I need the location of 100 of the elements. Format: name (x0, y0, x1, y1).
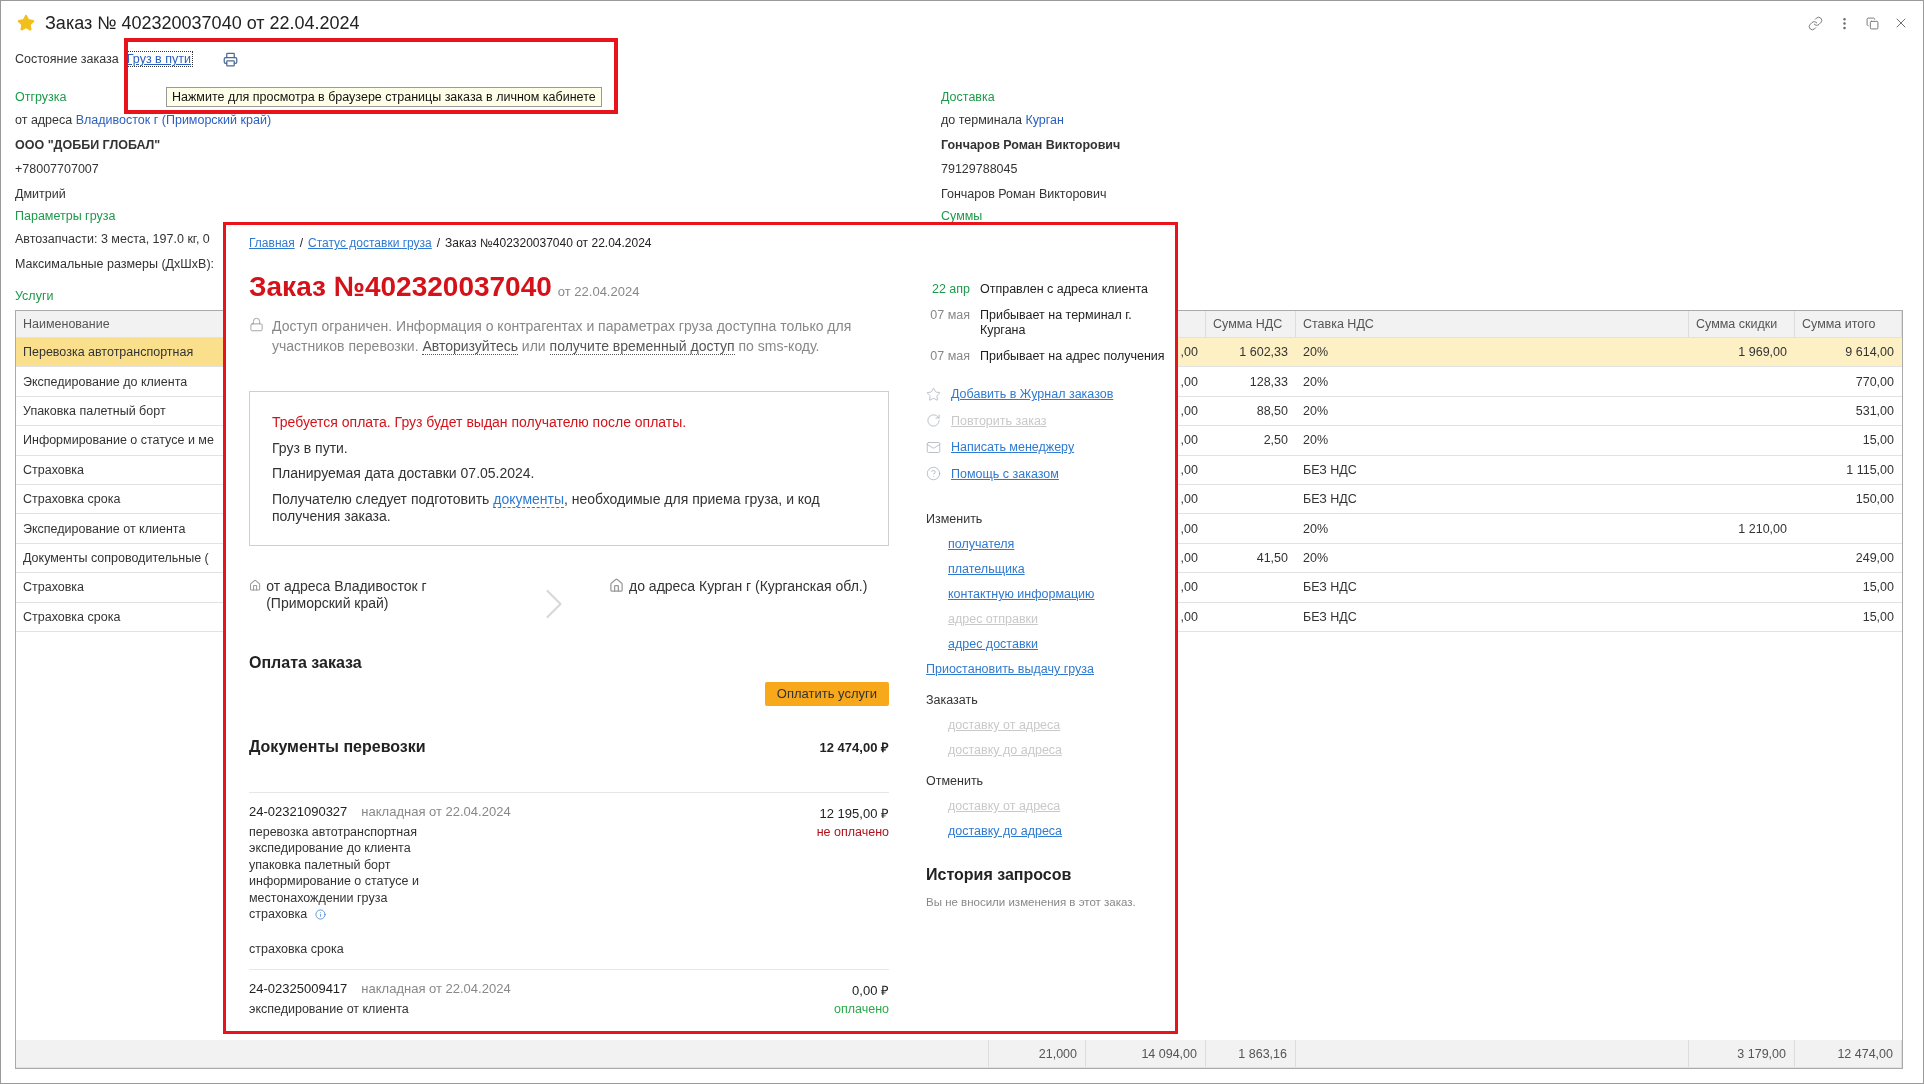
recipient-name: Гончаров Роман Викторович (941, 136, 1121, 154)
total-cell: 3 179,00 (1737, 1046, 1786, 1061)
address-label: до терминала (941, 113, 1022, 127)
group-heading: Изменить (926, 511, 984, 528)
table-cell: 20% (1303, 521, 1329, 536)
contact-name: Гончаров Роман Викторович (941, 185, 1107, 203)
status-text: Груз в пути. (272, 439, 349, 457)
table-cell: 1 969,00 (1738, 345, 1787, 360)
service-name: экспедирование от клиента (249, 1001, 409, 1018)
document-amount: 12 195,00 ₽ (819, 804, 889, 822)
service-name: страховка срока (249, 940, 344, 957)
table-cell: ,00 (1180, 462, 1198, 477)
cargo-text: Автозапчасти: 3 места, 197.0 кг, 0 (15, 231, 210, 248)
section-heading: Параметры груза (15, 208, 116, 225)
status-text: Планируемая дата доставки 07.05.2024. (272, 465, 536, 482)
phone-number: +78007707007 (15, 161, 99, 178)
table-cell: ,00 (1180, 580, 1198, 595)
total-cell: 21,000 (1038, 1046, 1077, 1061)
status-text: Требуется оплата. Груз будет выдан получателю после оплаты. (272, 414, 688, 431)
group-heading: Заказать (926, 692, 979, 709)
table-cell: ,00 (1180, 550, 1198, 565)
table-cell: 2,50 (1263, 433, 1288, 448)
table-cell: ,00 (1180, 345, 1198, 360)
table-cell: Страховка (23, 580, 85, 595)
section-heading: Услуги (15, 288, 54, 305)
table-cell: 15,00 (1862, 580, 1894, 595)
breadcrumb-separator: / (299, 235, 304, 251)
timeline-date: 22 апр (930, 282, 970, 297)
total-cell: 12 474,00 (1837, 1046, 1893, 1061)
payment-status: оплачено (834, 1002, 889, 1016)
documents-total: 12 474,00 ₽ (819, 738, 889, 756)
history-text: Вы не вносили изменения в этот заказ. (926, 896, 1137, 908)
table-cell: 15,00 (1862, 609, 1894, 624)
table-cell: БЕЗ НДС (1303, 609, 1357, 624)
table-cell: 9 614,00 (1845, 345, 1894, 360)
document-type: накладная от 22.04.2024 (361, 803, 511, 819)
document-number: 24-02321090327 (249, 803, 348, 819)
section-heading: Оплата заказа (249, 653, 363, 672)
document-amount: 0,00 ₽ (852, 982, 889, 999)
table-cell: Документы сопроводительные ( (23, 550, 209, 565)
section-heading: Отгрузка (15, 89, 67, 106)
group-heading: Отменить (926, 773, 985, 790)
table-cell: ,00 (1180, 521, 1198, 536)
status-label: Состояние заказа (15, 52, 119, 66)
table-cell: 20% (1303, 374, 1329, 389)
table-cell: 531,00 (1855, 403, 1894, 418)
table-cell: 1 602,33 (1239, 345, 1288, 360)
order-title: Заказ №402320037040 (249, 271, 552, 303)
table-cell: 20% (1303, 403, 1329, 418)
document-type: накладная от 22.04.2024 (361, 981, 511, 996)
tooltip: Нажмите для просмотра в браузере страницы заказа в личном кабинете (166, 87, 602, 107)
table-cell: 770,00 (1855, 374, 1894, 389)
timeline-event: Прибывает на терминал г. Кургана (980, 308, 1133, 338)
table-cell: Страховка срока (23, 609, 121, 624)
breadcrumb-current: Заказ №402320037040 от 22.04.2024 (445, 235, 652, 251)
total-cell: 1 863,16 (1238, 1046, 1287, 1061)
timeline-date: 07 мая (929, 308, 970, 324)
cargo-text: Максимальные размеры (ДхШхВ): (15, 255, 215, 273)
window-title: Заказ № 402320037040 от 22.04.2024 (45, 12, 361, 34)
table-cell: ,00 (1180, 433, 1198, 448)
section-heading: Документы перевозки (249, 737, 426, 756)
table-cell: 1 210,00 (1738, 521, 1787, 536)
payment-status: не оплачено (816, 824, 889, 839)
table-cell: 41,50 (1256, 550, 1288, 565)
table-cell: 88,50 (1256, 403, 1288, 418)
table-cell: 20% (1303, 550, 1329, 565)
table-cell: Экспедирование от клиента (23, 521, 186, 536)
table-cell: БЕЗ НДС (1303, 492, 1357, 507)
table-cell: 20% (1303, 345, 1329, 360)
address-label: от адреса (15, 113, 73, 127)
table-cell: Страховка (23, 462, 85, 477)
table-cell: Перевозка автотранспортная (23, 345, 194, 360)
timeline-event: Прибывает на адрес получения (980, 349, 1166, 364)
route-to: до адреса Курган г (Курганская обл.) (629, 577, 868, 595)
status-text: Получателю следует подготовить документы, необходимые для приема груза, и код получения заказа. (272, 490, 821, 525)
table-cell: Информирование о статусе и ме (23, 433, 214, 448)
document-number: 24-02325009417 (249, 981, 348, 996)
service-name: упаковка палетный борт (249, 856, 391, 873)
table-cell: 15,00 (1862, 433, 1894, 448)
table-cell: Страховка срока (23, 492, 121, 507)
service-name: перевозка автотранспортная (249, 823, 417, 840)
table-cell: ,00 (1180, 403, 1198, 418)
table-cell: ,00 (1180, 374, 1198, 389)
timeline-date: 07 мая (929, 349, 970, 364)
table-cell: БЕЗ НДС (1303, 580, 1357, 595)
service-name: страховка (249, 906, 308, 923)
table-cell: 249,00 (1855, 550, 1894, 565)
table-cell: Упаковка палетный борт (23, 403, 166, 418)
table-cell: 20% (1303, 433, 1329, 448)
table-cell: ,00 (1180, 609, 1198, 624)
breadcrumb-separator: / (436, 235, 441, 251)
order-date: от 22.04.2024 (557, 284, 640, 299)
section-heading: Доставка (941, 89, 995, 106)
section-heading: История запросов (926, 866, 1073, 884)
table-cell: ,00 (1180, 492, 1198, 507)
route-from: от адреса Владивосток г (Приморский край) (266, 577, 428, 612)
table-cell: БЕЗ НДС (1303, 462, 1357, 477)
table-cell: Экспедирование до клиента (23, 374, 188, 389)
company-name: ООО "ДОББИ ГЛОБАЛ" (15, 136, 161, 154)
table-cell: 128,33 (1249, 374, 1288, 389)
